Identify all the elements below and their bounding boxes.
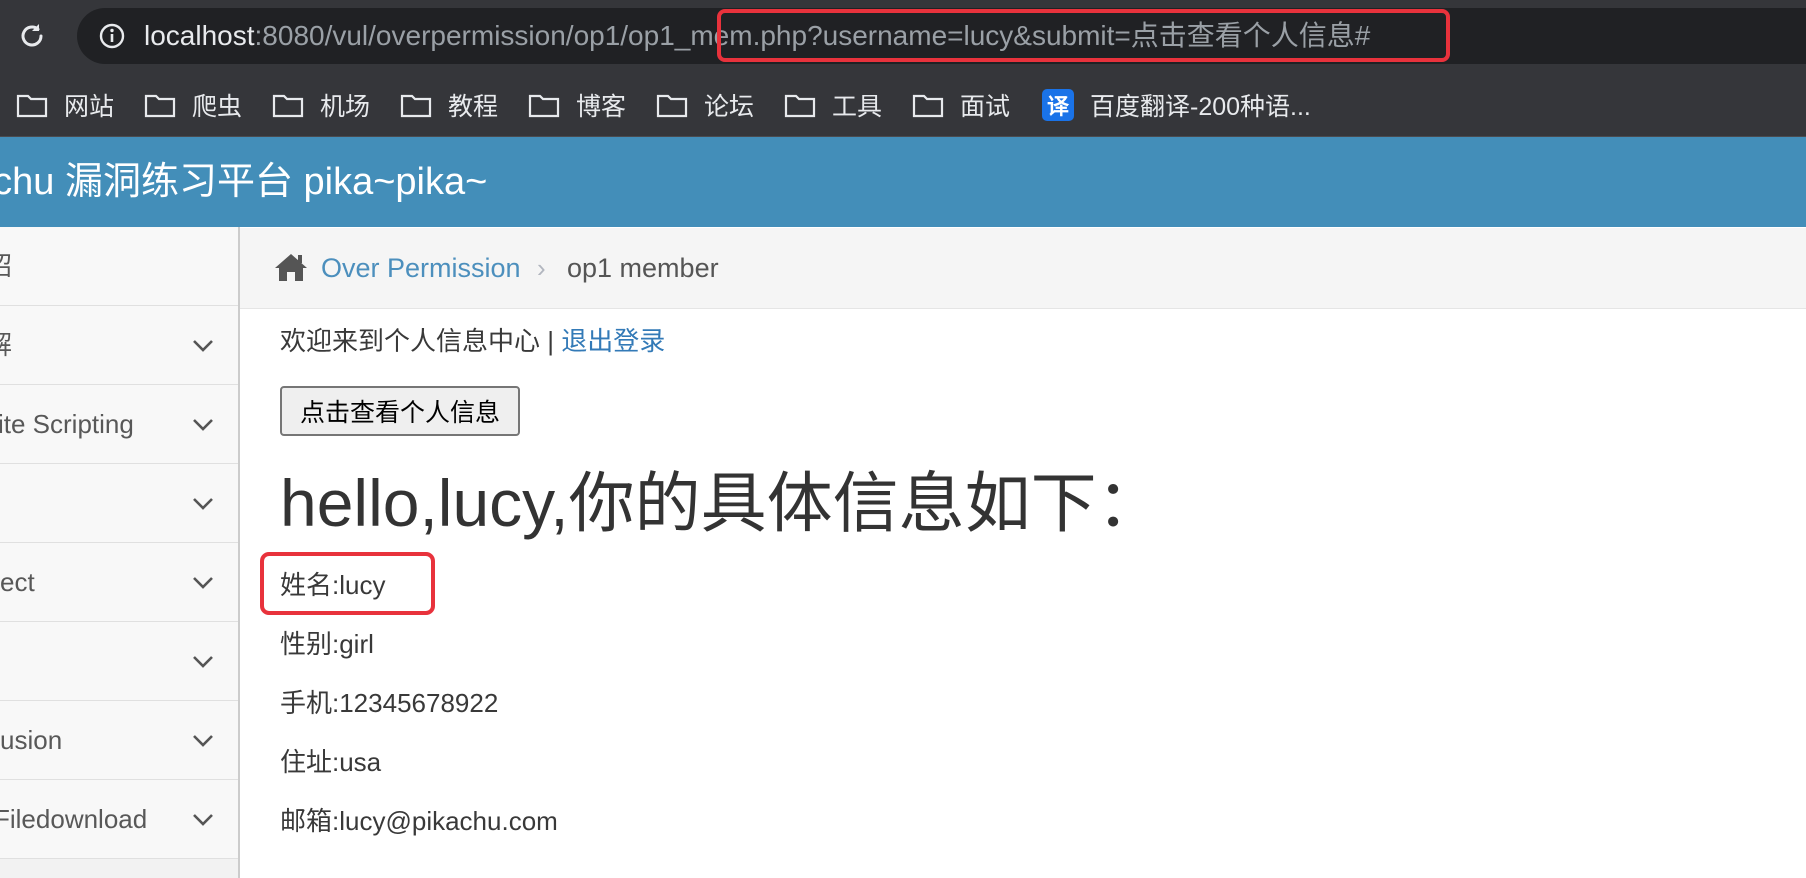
breadcrumb-link-over-permission[interactable]: Over Permission (321, 228, 521, 308)
bookmark-label: 爬虫 (192, 93, 243, 121)
sidebar-item[interactable]: ite Scripting (0, 385, 238, 464)
bookmark-item[interactable]: 机场 (272, 85, 370, 125)
sidebar-item-label: Filedownload (0, 804, 148, 834)
site-header: kachu 漏洞练习平台 pika~pika~ (0, 137, 1806, 227)
url-text[interactable]: localhost:8080/vul/overpermission/op1/op… (144, 8, 1370, 64)
sidebar: 绍 解 ite Scripting ect usion Filedownload (0, 227, 240, 878)
bookmark-item[interactable]: 爬虫 (144, 85, 242, 125)
bookmark-label: 面试 (960, 93, 1011, 121)
bookmark-item[interactable]: 论坛 (656, 85, 754, 125)
greeting-heading: hello,lucy,你的具体信息如下： (280, 466, 1163, 540)
folder-icon (144, 92, 176, 118)
bookmark-label: 工具 (832, 93, 883, 121)
site-title: kachu 漏洞练习平台 pika~pika~ (0, 161, 488, 203)
folder-icon (912, 92, 944, 118)
translate-icon: 译 (1042, 89, 1074, 121)
info-gender: 性别:girl (280, 629, 374, 659)
folder-icon (784, 92, 816, 118)
bookmark-item[interactable]: 网站 (16, 85, 114, 125)
sidebar-item[interactable]: usion (0, 701, 238, 780)
sidebar-item-label: 绍 (0, 227, 12, 306)
bookmark-label: 机场 (320, 93, 371, 121)
sidebar-item-label: usion (0, 725, 63, 755)
bookmark-item[interactable]: 面试 (912, 85, 1010, 125)
sidebar-item-label: ite Scripting (0, 409, 134, 439)
bookmark-item[interactable]: 教程 (400, 85, 498, 125)
sidebar-item[interactable] (0, 464, 238, 543)
bookmarks-bar: 网站 爬虫 机场 教程 博客 论坛 工具 面试 译百度翻译-200种语... (0, 73, 1806, 137)
url-host: localhost (144, 20, 255, 51)
bookmark-item[interactable]: 博客 (528, 85, 626, 125)
chevron-down-icon (190, 412, 216, 438)
home-icon[interactable] (273, 250, 309, 284)
chevron-down-icon (190, 570, 216, 596)
reload-icon[interactable] (14, 18, 50, 54)
folder-icon (528, 92, 560, 118)
folder-icon (272, 92, 304, 118)
chevron-down-icon (190, 728, 216, 754)
site-info-icon[interactable] (98, 22, 126, 50)
info-phone: 手机:12345678922 (280, 688, 499, 718)
sidebar-item[interactable] (0, 622, 238, 701)
view-profile-button[interactable]: 点击查看个人信息 (280, 386, 520, 436)
logout-link[interactable]: 退出登录 (561, 326, 665, 356)
sidebar-item[interactable]: ect (0, 543, 238, 622)
bookmark-item[interactable]: 译百度翻译-200种语... (1040, 85, 1311, 125)
welcome-line: 欢迎来到个人信息中心 | 退出登录 (280, 321, 665, 361)
bookmark-label: 论坛 (704, 93, 755, 121)
breadcrumb-current: op1 member (567, 253, 719, 283)
sidebar-item[interactable]: Filedownload (0, 780, 238, 859)
chevron-down-icon (190, 649, 216, 675)
sidebar-item[interactable]: 绍 (0, 227, 238, 306)
bookmark-label: 教程 (448, 93, 499, 121)
sidebar-item-label: 解 (0, 306, 12, 385)
url-path: :8080/vul/overpermission/op1/op1_mem.php… (254, 20, 1371, 51)
sidebar-item-label: ect (0, 567, 35, 597)
chevron-down-icon (190, 491, 216, 517)
bookmark-item[interactable]: 工具 (784, 85, 882, 125)
folder-icon (400, 92, 432, 118)
info-address: 住址:usa (280, 747, 382, 777)
browser-toolbar: localhost:8080/vul/overpermission/op1/op… (0, 0, 1806, 73)
bookmark-label: 博客 (576, 93, 627, 121)
breadcrumb-separator: › (537, 253, 546, 283)
info-email: 邮箱:lucy@pikachu.com (280, 806, 558, 836)
chevron-down-icon (190, 807, 216, 833)
welcome-text: 欢迎来到个人信息中心 | (280, 326, 562, 356)
bookmark-label: 网站 (64, 93, 115, 121)
info-name: 姓名:lucy (280, 570, 386, 600)
folder-icon (16, 92, 48, 118)
sidebar-item[interactable]: 解 (0, 306, 238, 385)
folder-icon (656, 92, 688, 118)
bookmark-label: 百度翻译-200种语... (1090, 93, 1311, 121)
chevron-down-icon (190, 333, 216, 359)
breadcrumb: Over Permission › op1 member (240, 228, 1806, 309)
address-bar[interactable]: localhost:8080/vul/overpermission/op1/op… (77, 8, 1806, 64)
